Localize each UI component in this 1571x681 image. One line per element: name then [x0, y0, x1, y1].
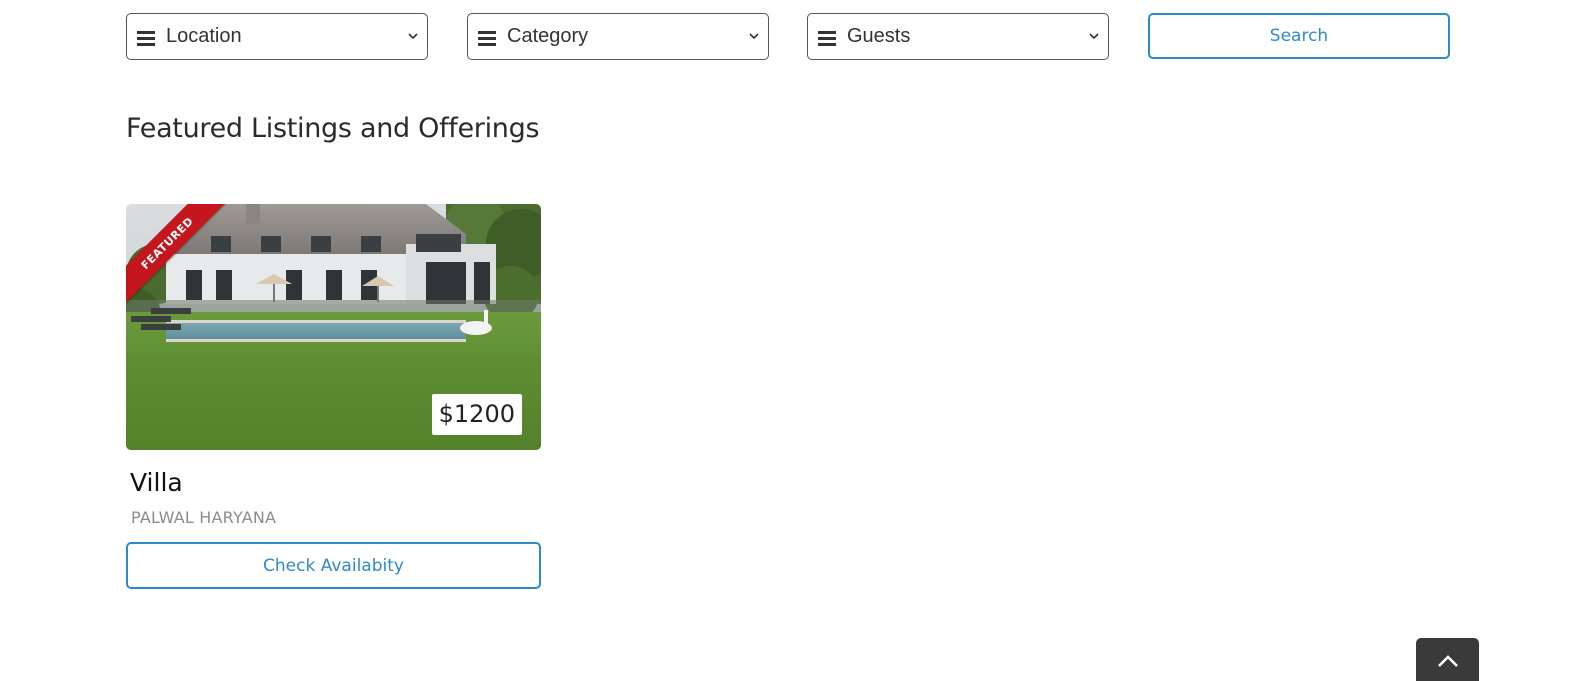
chevron-down-icon	[408, 33, 418, 40]
listing-title[interactable]: Villa	[130, 468, 183, 497]
check-availability-button[interactable]: Check Availabity	[126, 542, 541, 589]
chevron-down-icon	[749, 33, 759, 40]
price-tag: $1200	[431, 393, 522, 435]
listing-card: FEATURED $1200 Villa PALWAL HARYANA Chec…	[126, 204, 541, 589]
search-button[interactable]: Search	[1148, 13, 1450, 59]
location-select[interactable]: Location	[126, 13, 428, 60]
listing-image[interactable]: FEATURED $1200	[126, 204, 541, 450]
menu-bars-icon	[818, 31, 836, 46]
featured-ribbon: FEATURED	[126, 204, 236, 314]
page: Location Category Guests Search Featured…	[0, 0, 1571, 681]
category-select-label: Category	[507, 25, 589, 47]
guests-select[interactable]: Guests	[807, 13, 1109, 60]
menu-bars-icon	[137, 31, 155, 46]
section-title: Featured Listings and Offerings	[126, 113, 540, 144]
chevron-up-icon	[1437, 655, 1458, 667]
category-select[interactable]: Category	[467, 13, 769, 60]
location-select-label: Location	[166, 25, 242, 47]
listing-location: PALWAL HARYANA	[131, 508, 277, 527]
chevron-down-icon	[1089, 33, 1099, 40]
guests-select-label: Guests	[847, 25, 911, 47]
menu-bars-icon	[478, 31, 496, 46]
back-to-top-button[interactable]	[1416, 638, 1479, 681]
featured-badge: FEATURED	[126, 204, 230, 306]
